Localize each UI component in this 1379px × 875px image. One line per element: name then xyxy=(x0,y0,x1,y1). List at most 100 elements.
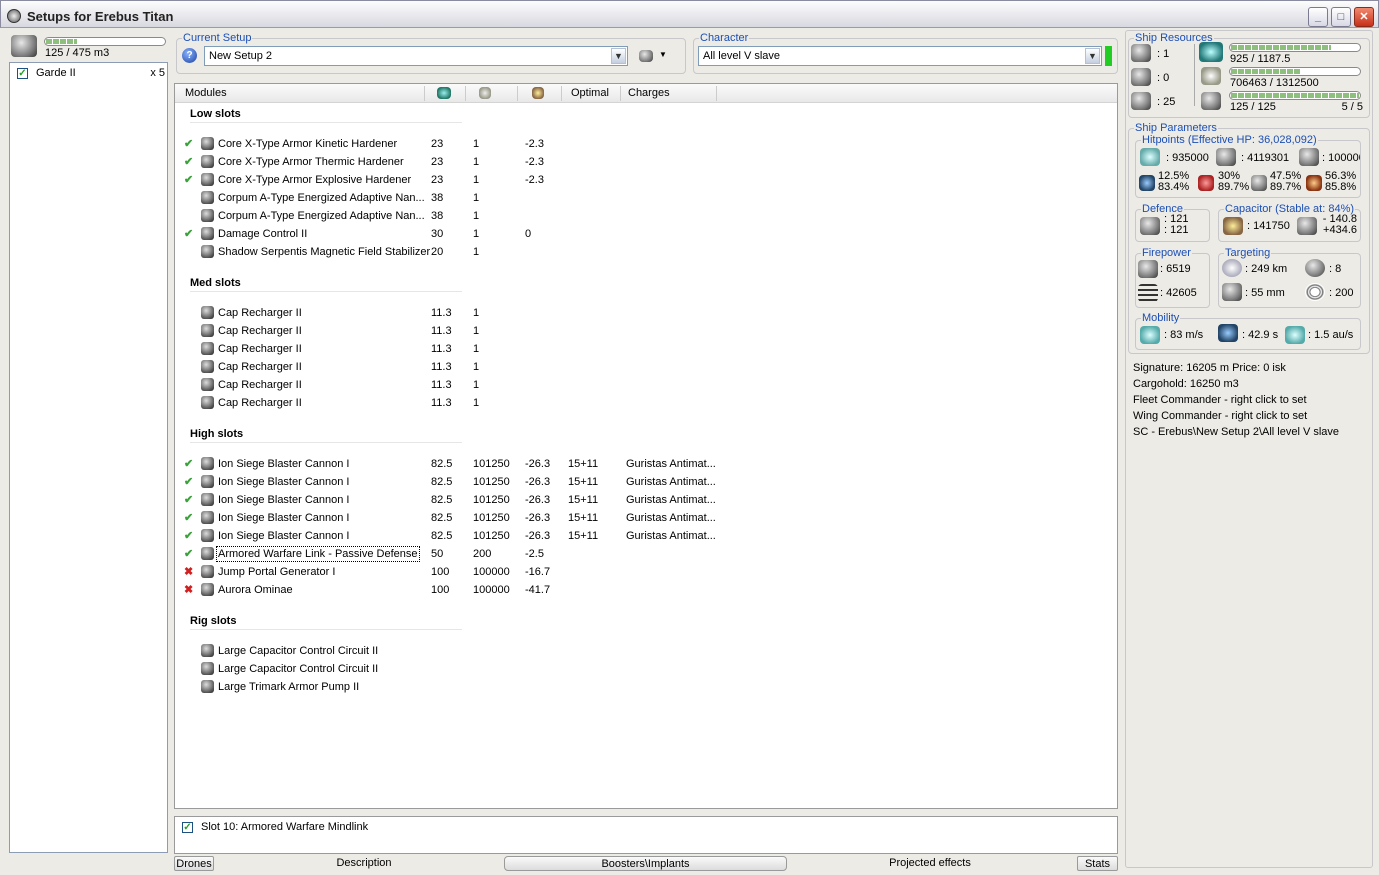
module-cpu: 11.3 xyxy=(431,343,452,355)
module-row[interactable]: Cap Recharger II 11.3 1 xyxy=(175,305,735,321)
module-icon xyxy=(201,475,214,488)
character-select[interactable]: All level V slave ▼ xyxy=(698,46,1102,66)
module-cpu: 23 xyxy=(431,156,444,168)
fleet-commander[interactable]: Fleet Commander - right click to set xyxy=(1133,394,1307,406)
module-row[interactable]: Corpum A-Type Energized Adaptive Nan... 3… xyxy=(175,208,735,224)
signature-resolution: : 55 mm xyxy=(1245,287,1285,299)
chevron-down-icon[interactable]: ▼ xyxy=(1085,48,1100,64)
tab-description[interactable]: Description xyxy=(300,856,428,871)
module-row[interactable]: ✔ Ion Siege Blaster Cannon I 82.5 101250 -26… xyxy=(175,510,735,526)
module-row[interactable]: ✖ Jump Portal Generator I 100 100000 -16.7 xyxy=(175,564,735,580)
volley-icon xyxy=(1138,284,1158,302)
launcher-slots: : 0 xyxy=(1157,72,1170,84)
help-icon[interactable]: ? xyxy=(182,48,197,63)
module-cpu: 23 xyxy=(431,138,444,150)
shield-hp: : 935000 xyxy=(1166,152,1209,164)
signature-price: Signature: 16205 m Price: 0 isk xyxy=(1133,362,1286,374)
setup-select[interactable]: New Setup 2 ▼ xyxy=(204,46,628,66)
module-icon xyxy=(201,360,214,373)
module-row[interactable]: Cap Recharger II 11.3 1 xyxy=(175,359,735,375)
maximize-button[interactable]: □ xyxy=(1331,7,1351,27)
tab-boosters-implants[interactable]: Boosters\Implants xyxy=(504,856,787,871)
drone-checkbox[interactable]: ✓ xyxy=(17,68,28,79)
volley-value: : 42605 xyxy=(1160,287,1197,299)
minimize-button[interactable]: _ xyxy=(1308,7,1328,27)
module-row[interactable]: Cap Recharger II 11.3 1 xyxy=(175,341,735,357)
module-cpu: 82.5 xyxy=(431,458,453,470)
module-row[interactable]: ✔ Damage Control II 30 1 0 xyxy=(175,226,735,242)
scan-resolution: : 200 xyxy=(1329,287,1354,299)
capacitor-icon[interactable] xyxy=(532,87,544,99)
powergrid-icon xyxy=(1201,67,1221,85)
powergrid-bar xyxy=(1229,67,1361,76)
column-modules[interactable]: Modules xyxy=(185,87,227,99)
module-pg: 1 xyxy=(473,156,480,168)
module-row[interactable]: Corpum A-Type Energized Adaptive Nan... 3… xyxy=(175,190,735,206)
module-pg: 1 xyxy=(473,138,480,150)
chevron-down-icon[interactable]: ▼ xyxy=(611,48,626,64)
module-row[interactable]: Cap Recharger II 11.3 1 xyxy=(175,377,735,393)
ship-resources-group: Ship Resources : 1 : 0 : 25 925 / 1187.5… xyxy=(1128,32,1370,118)
warp-speed: : 1.5 au/s xyxy=(1308,329,1354,341)
module-charges: Guristas Antimat... xyxy=(626,494,716,506)
targeting-label: Targeting xyxy=(1224,247,1272,259)
module-row[interactable]: ✔ Core X-Type Armor Explosive Hardener 23 1… xyxy=(175,172,735,188)
defence-icon xyxy=(1140,217,1160,235)
error-icon: ✖ xyxy=(184,584,194,596)
character-label: Character xyxy=(699,32,750,44)
module-row[interactable]: Large Trimark Armor Pump II xyxy=(175,679,735,695)
column-charges[interactable]: Charges xyxy=(628,87,670,99)
implant-checkbox[interactable]: ✓ xyxy=(182,822,193,833)
module-row[interactable]: ✔ Core X-Type Armor Kinetic Hardener 23 1 -2… xyxy=(175,136,735,152)
tab-projected-effects[interactable]: Projected effects xyxy=(860,856,1000,871)
ship-parameters-label: Ship Parameters xyxy=(1134,122,1218,134)
module-row[interactable]: ✔ Armored Warfare Link - Passive Defense 5… xyxy=(175,546,735,562)
module-row[interactable]: ✔ Ion Siege Blaster Cannon I 82.5 101250 -26… xyxy=(175,492,735,508)
module-name: Armored Warfare Link - Passive Defense xyxy=(216,546,420,562)
module-row[interactable]: ✖ Aurora Ominae 100 100000 -41.7 xyxy=(175,582,735,598)
module-icon xyxy=(201,529,214,542)
tab-stats[interactable]: Stats xyxy=(1077,856,1118,871)
module-cap: -26.3 xyxy=(525,530,551,542)
module-icon xyxy=(201,173,214,186)
module-icon xyxy=(201,680,214,693)
module-row[interactable]: Shadow Serpentis Magnetic Field Stabiliz… xyxy=(175,244,735,260)
error-icon: ✖ xyxy=(184,566,194,578)
module-row[interactable]: Cap Recharger II 11.3 1 xyxy=(175,395,735,411)
thermal-resist-icon xyxy=(1198,175,1214,191)
module-icon xyxy=(201,457,214,470)
module-list[interactable]: Modules Optimal Charges Low slots ✔ Core X… xyxy=(174,83,1118,809)
module-row[interactable]: Large Capacitor Control Circuit II xyxy=(175,661,735,677)
module-row[interactable]: ✔ Ion Siege Blaster Cannon I 82.5 101250 -26… xyxy=(175,456,735,472)
close-button[interactable]: ✕ xyxy=(1354,7,1374,27)
module-row[interactable]: Cap Recharger II 11.3 1 xyxy=(175,323,735,339)
wing-commander[interactable]: Wing Commander - right click to set xyxy=(1133,410,1307,422)
module-pg: 1 xyxy=(473,246,480,258)
section-divider xyxy=(190,291,462,292)
mobility-label: Mobility xyxy=(1141,312,1181,324)
section-heading: Rig slots xyxy=(190,615,237,627)
module-pg: 1 xyxy=(473,361,480,373)
module-row[interactable]: ✔ Ion Siege Blaster Cannon I 82.5 101250 -26… xyxy=(175,528,735,544)
current-setup-group: Current Setup ? New Setup 2 ▼ ▼ xyxy=(176,32,686,74)
character-status-indicator xyxy=(1105,46,1112,66)
hitpoints-label: Hitpoints (Effective HP: 36,028,092) xyxy=(1141,134,1318,146)
module-name: Large Capacitor Control Circuit II xyxy=(218,663,379,675)
module-row[interactable]: ✔ Core X-Type Armor Thermic Hardener 23 1 -2… xyxy=(175,154,735,170)
drone-item[interactable]: ✓ Garde II x 5 xyxy=(17,67,165,81)
cpu-icon[interactable] xyxy=(437,87,451,99)
module-pg: 1 xyxy=(473,174,480,186)
powergrid-icon[interactable] xyxy=(479,87,491,99)
section-heading: Low slots xyxy=(190,108,241,120)
module-pg: 1 xyxy=(473,397,480,409)
module-pg: 101250 xyxy=(473,530,510,542)
drone-list[interactable]: ✓ Garde II x 5 xyxy=(9,62,168,853)
implant-item[interactable]: ✓ Slot 10: Armored Warfare Mindlink xyxy=(182,821,368,833)
tab-drones[interactable]: Drones xyxy=(174,856,214,871)
module-row[interactable]: ✔ Ion Siege Blaster Cannon I 82.5 101250 -26… xyxy=(175,474,735,490)
module-row[interactable]: Large Capacitor Control Circuit II xyxy=(175,643,735,659)
ship-menu-button[interactable]: ▼ xyxy=(639,49,669,65)
column-optimal[interactable]: Optimal xyxy=(571,87,609,99)
module-pg: 1 xyxy=(473,210,480,222)
implant-list[interactable]: ✓ Slot 10: Armored Warfare Mindlink xyxy=(174,816,1118,854)
